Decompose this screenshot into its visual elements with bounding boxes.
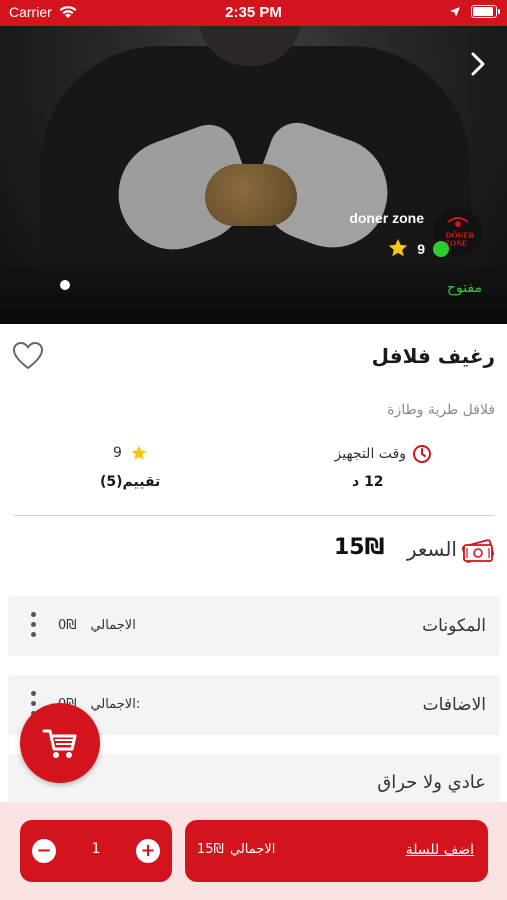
clock-icon: [413, 445, 431, 463]
star-icon: [131, 445, 147, 460]
quantity-increment-button[interactable]: +: [136, 839, 160, 863]
product-page: Carrier 2:35 PM doner zone DÖNER ZONE 9 …: [0, 0, 507, 900]
location-arrow-icon: [450, 6, 460, 17]
add-to-cart-label[interactable]: اضف للسلة: [406, 842, 474, 858]
product-rating-value: 9: [113, 445, 122, 461]
bottom-bar: − 1 + اضف للسلة الاجمالي 15₪: [0, 802, 507, 900]
status-right: [449, 5, 500, 18]
carousel-page-indicator[interactable]: [60, 280, 70, 290]
product-title: رغيف فلافل: [371, 344, 495, 368]
cart-icon: [42, 729, 77, 758]
battery-icon: [471, 5, 500, 18]
add-to-cart-button[interactable]: اضف للسلة الاجمالي 15₪: [185, 820, 488, 882]
open-status-dot: [433, 241, 449, 257]
extras-title: الاضافات: [422, 695, 486, 715]
prep-time-row: وقت التجهيز: [335, 444, 432, 464]
status-time: 2:35 PM: [225, 4, 282, 21]
kebab-menu-icon[interactable]: [28, 612, 38, 642]
divider: [14, 515, 494, 516]
restaurant-name[interactable]: doner zone: [349, 210, 424, 226]
hero-overlay: [0, 26, 507, 324]
ingredients-total-label: الاجمالي: [90, 618, 136, 633]
status-bar: Carrier 2:35 PM: [0, 0, 507, 26]
open-status-label: مفتوح: [446, 280, 482, 296]
battery-fill: [473, 7, 493, 16]
prep-time-value: 12 د: [352, 474, 384, 490]
heart-icon[interactable]: [12, 340, 44, 372]
chevron-right-icon[interactable]: [465, 50, 489, 78]
ingredients-total-value: 0₪: [58, 618, 77, 633]
ingredients-total: 0₪ الاجمالي: [58, 618, 136, 633]
price-label: السعر: [406, 537, 457, 561]
cart-total-value: 15₪: [197, 842, 224, 857]
ingredients-title: المكونات: [422, 616, 486, 636]
ingredients-section[interactable]: المكونات 0₪ الاجمالي: [8, 596, 500, 656]
extras-total-label: الاجمالي:: [90, 697, 141, 712]
cart-total-label: الاجمالي: [230, 842, 276, 857]
quantity-stepper: − 1 +: [20, 820, 172, 882]
product-rating-count[interactable]: تقييم(5): [100, 474, 160, 490]
product-description: فلافل طرية وطازة: [387, 402, 495, 418]
money-icon: [461, 539, 495, 563]
prep-time-label: وقت التجهيز: [334, 446, 406, 462]
spice-option-title: عادي ولا حراق: [377, 772, 486, 793]
cart-button[interactable]: [20, 703, 100, 783]
restaurant-rating: 9: [417, 241, 425, 257]
hero-image-carousel[interactable]: doner zone DÖNER ZONE 9 مفتوح: [0, 26, 507, 324]
price-value: 15₪: [334, 535, 385, 560]
star-icon: [388, 238, 408, 257]
